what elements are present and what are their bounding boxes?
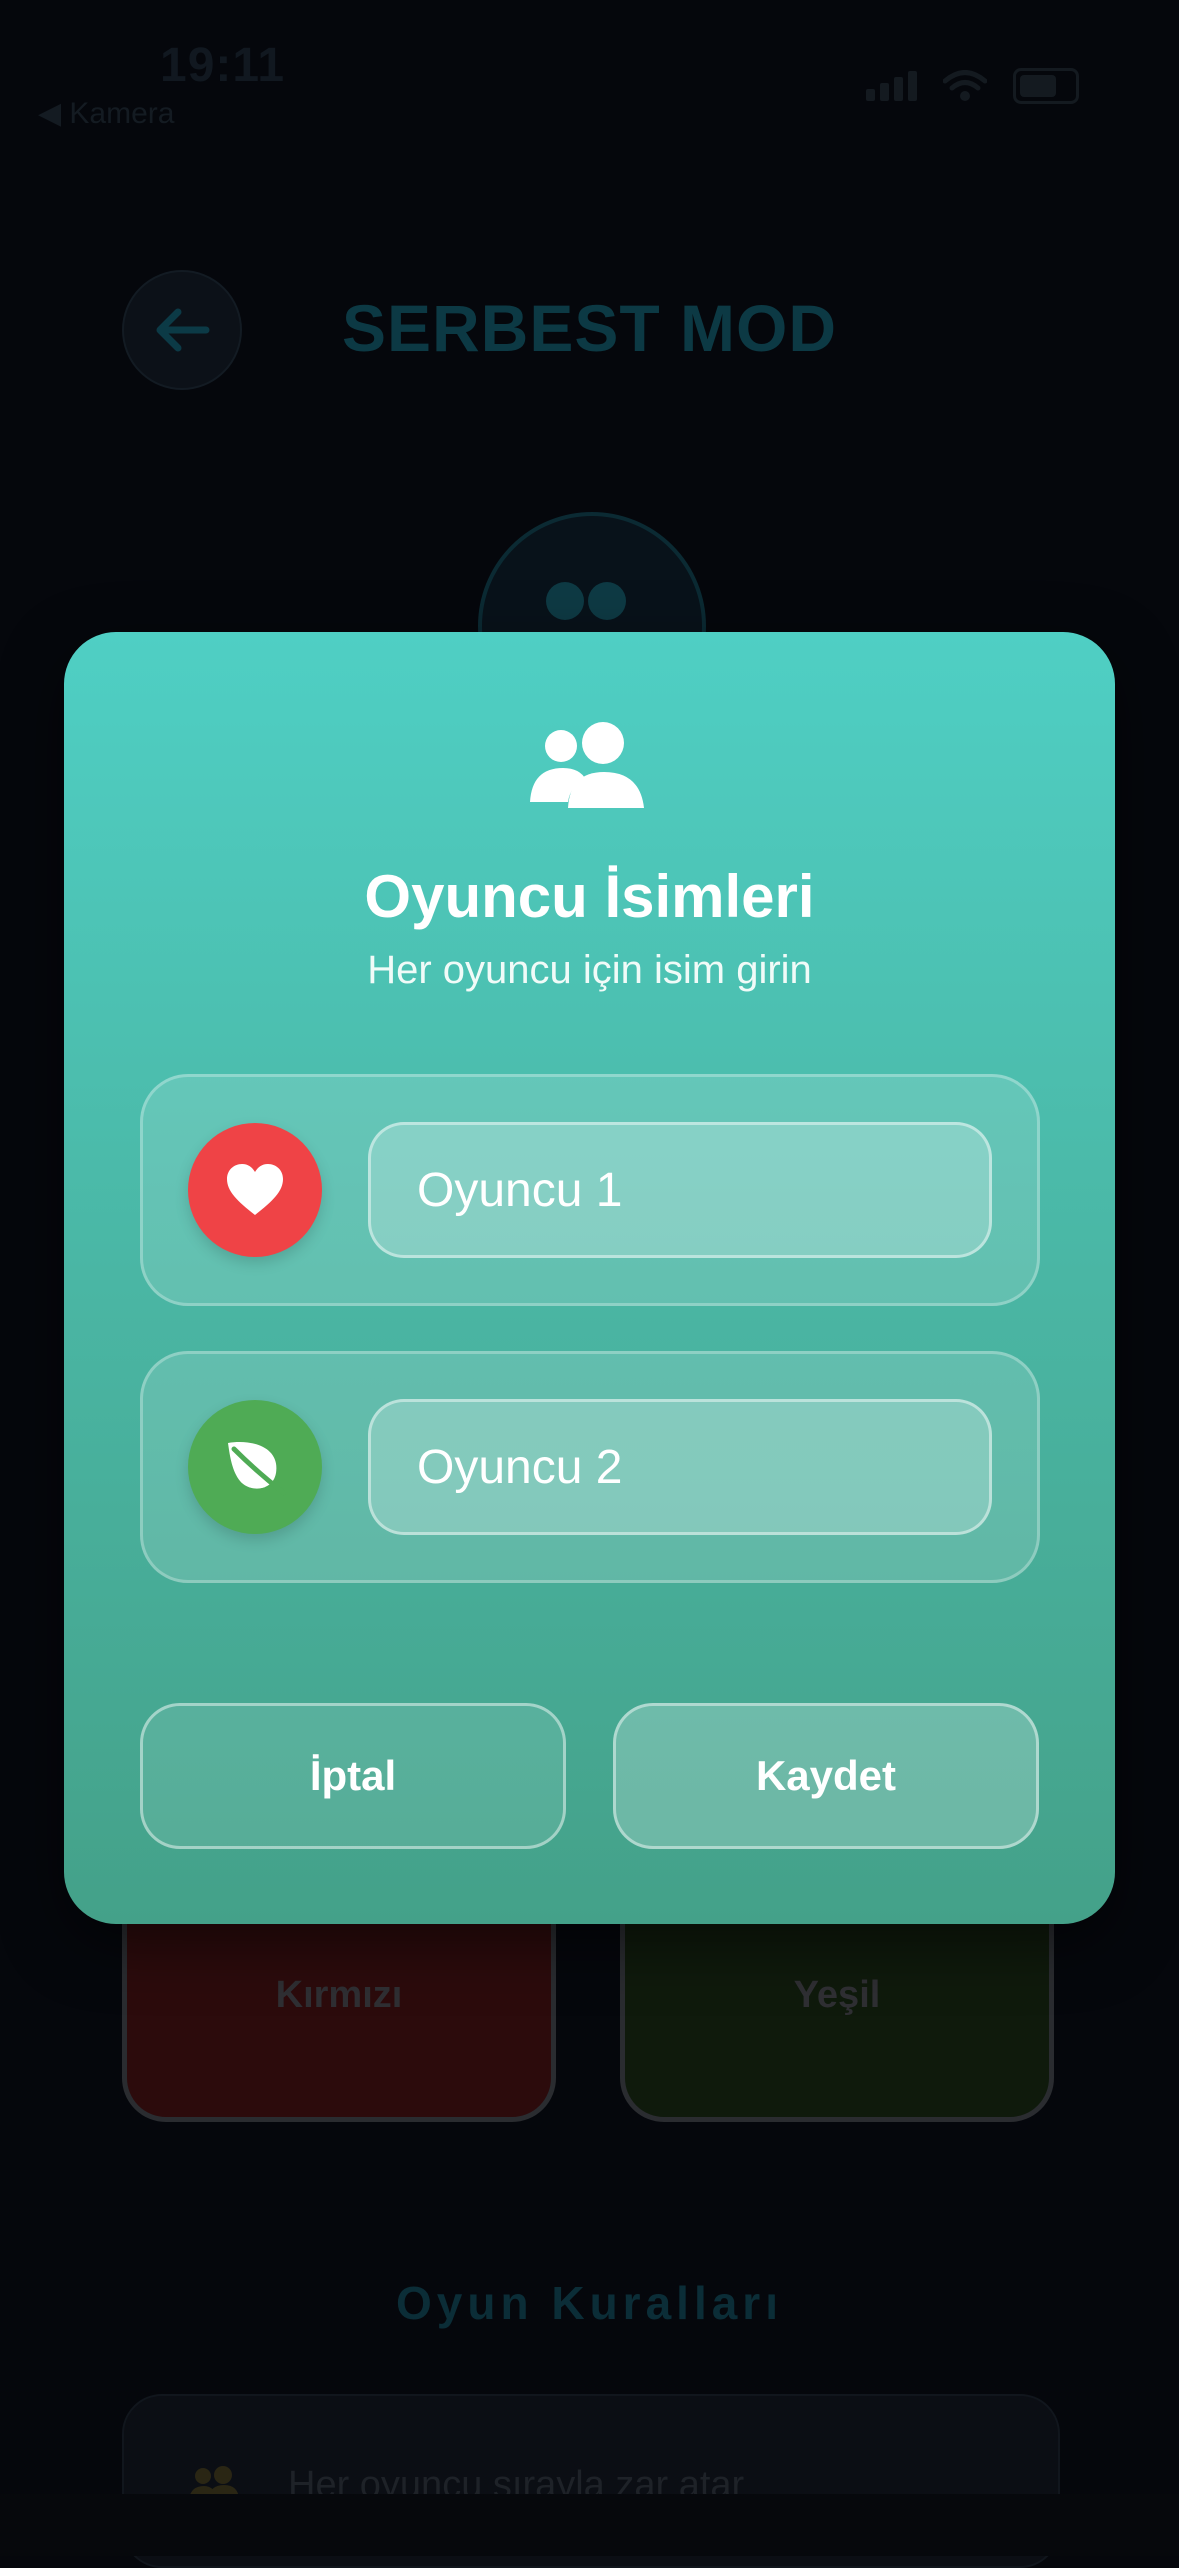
cancel-button[interactable]: İptal bbox=[140, 1703, 566, 1849]
status-time: 19:11 bbox=[160, 39, 286, 92]
modal-title: Oyuncu İsimleri bbox=[364, 863, 815, 930]
heart-icon bbox=[227, 1164, 283, 1215]
color-card-label: Yeşil bbox=[793, 1974, 881, 2016]
player-name-input[interactable] bbox=[368, 1122, 992, 1258]
bottom-safe-area bbox=[0, 2494, 1179, 2556]
player-color-badge bbox=[188, 1400, 322, 1534]
status-back-to-app[interactable]: ◀ Kamera bbox=[38, 96, 174, 131]
page-title: SERBEST MOD bbox=[341, 291, 838, 365]
users-icon bbox=[530, 722, 644, 808]
signal-icon bbox=[866, 71, 917, 101]
player-name-input[interactable] bbox=[368, 1399, 992, 1535]
save-button[interactable]: Kaydet bbox=[613, 1703, 1039, 1849]
player-color-badge bbox=[188, 1123, 322, 1257]
modal-subtitle: Her oyuncu için isim girin bbox=[367, 948, 812, 992]
wifi-icon bbox=[943, 70, 987, 101]
leaf-icon bbox=[228, 1442, 287, 1496]
color-card-label: Kırmızı bbox=[275, 1974, 403, 2016]
battery-icon bbox=[1013, 68, 1079, 104]
rules-title: Oyun Kuralları bbox=[396, 2277, 783, 2329]
users-icon-background bbox=[546, 582, 626, 620]
status-icons bbox=[866, 68, 1079, 104]
